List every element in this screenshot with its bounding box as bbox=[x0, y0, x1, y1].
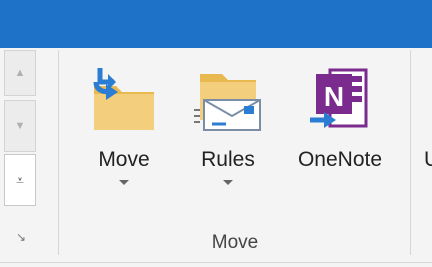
gallery-scroll-up-button[interactable]: ▲ bbox=[4, 50, 36, 96]
onenote-button-label: OneNote bbox=[297, 148, 383, 171]
gallery-more-button[interactable]: ⩡ bbox=[4, 154, 36, 206]
rules-icon bbox=[192, 64, 264, 136]
move-group-label: Move bbox=[211, 232, 259, 253]
rules-button-label: Rules bbox=[201, 148, 255, 171]
move-dropdown-icon bbox=[119, 180, 129, 185]
move-button-label: Move bbox=[98, 148, 150, 171]
title-bar bbox=[0, 0, 432, 48]
svg-text:N: N bbox=[324, 81, 344, 112]
rules-dropdown-icon bbox=[223, 180, 233, 185]
dialog-launcher-icon[interactable]: ↘ bbox=[14, 230, 28, 244]
move-button[interactable]: Move bbox=[74, 64, 174, 214]
group-separator bbox=[410, 50, 411, 255]
gallery-scroll-down-button[interactable]: ▼ bbox=[4, 100, 36, 152]
group-separator bbox=[58, 50, 59, 255]
onenote-icon: N bbox=[304, 64, 376, 136]
gallery-scroll: ▲ ▼ ⩡ bbox=[0, 50, 40, 210]
onenote-button[interactable]: N OneNote bbox=[280, 64, 400, 214]
next-group-partial-label: U bbox=[424, 148, 432, 171]
ribbon-bottom-border bbox=[0, 262, 432, 263]
move-to-folder-icon bbox=[88, 64, 160, 136]
rules-button[interactable]: Rules bbox=[178, 64, 278, 214]
